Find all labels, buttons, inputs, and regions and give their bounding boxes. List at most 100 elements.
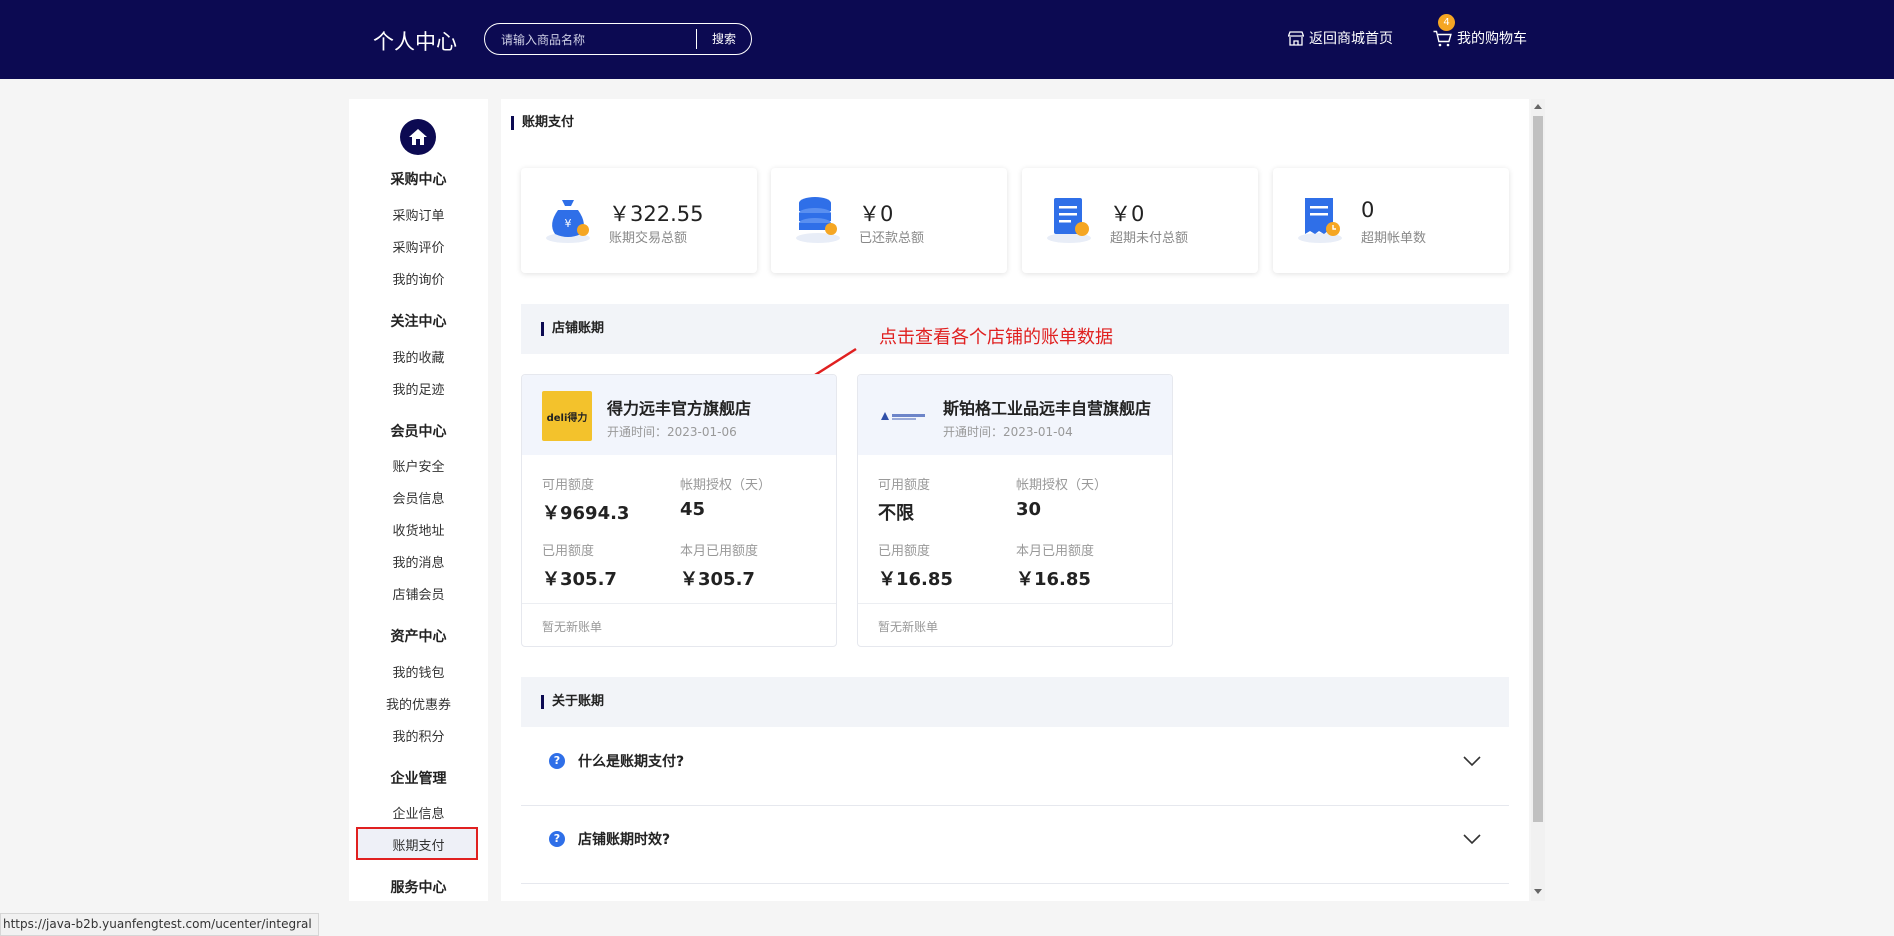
used-credit-label: 已用额度	[542, 544, 595, 559]
sidebar-item-addresses[interactable]: 收货地址	[349, 520, 488, 539]
svg-text:¥: ¥	[565, 217, 572, 230]
home-icon[interactable]	[400, 119, 436, 155]
document-coin-icon	[1047, 198, 1091, 243]
scroll-down-arrow-icon[interactable]	[1534, 889, 1542, 894]
stat-label: 账期交易总额	[609, 231, 688, 246]
available-credit-value: 不限	[878, 503, 914, 524]
stat-value: ￥0	[1110, 202, 1145, 226]
status-bar-url: https://java-b2b.yuanfengtest.com/ucente…	[0, 913, 319, 936]
store-card-header: deli得力 得力远丰官方旗舰店 开通时间：2023-01-06	[522, 375, 836, 455]
sidebar-item-my-inquiries[interactable]: 我的询价	[349, 269, 488, 288]
sidebar-item-favorites[interactable]: 我的收藏	[349, 347, 488, 366]
sidebar-group-purchase: 采购中心	[390, 172, 447, 188]
stat-value: ￥0	[859, 202, 894, 226]
chevron-down-icon[interactable]	[1463, 834, 1481, 845]
used-credit-value: ￥305.7	[542, 569, 617, 590]
stat-card-overdue-amount: ￥0 超期未付总额	[1022, 168, 1258, 273]
store-card-footer: 暂无新账单	[858, 603, 1172, 646]
sidebar-item-messages[interactable]: 我的消息	[349, 552, 488, 571]
month-used-value: ￥305.7	[680, 569, 755, 590]
scrollbar[interactable]	[1531, 99, 1545, 901]
month-used-value: ￥16.85	[1016, 569, 1091, 590]
search-button[interactable]: 搜索	[697, 24, 751, 54]
sidebar-item-store-membership[interactable]: 店铺会员	[349, 584, 488, 603]
sidebar-item-footprints[interactable]: 我的足迹	[349, 379, 488, 398]
cart-icon	[1433, 30, 1452, 46]
stat-card-repaid: ￥0 已还款总额	[771, 168, 1007, 273]
sidebar-item-member-info[interactable]: 会员信息	[349, 488, 488, 507]
annotation-text: 点击查看各个店铺的账单数据	[879, 327, 1113, 348]
stat-card-overdue-bills: 0 超期帐单数	[1273, 168, 1509, 273]
sidebar-group-service: 服务中心	[390, 880, 447, 896]
store-logo-icon	[881, 412, 925, 420]
bill-status: 暂无新账单	[878, 620, 939, 634]
stat-value: 0	[1361, 198, 1375, 222]
top-header: 个人中心 搜索 返回商城首页 我的购物车 4	[0, 0, 1894, 79]
used-credit-label: 已用额度	[878, 544, 931, 559]
stat-card-total-trade: ¥ ￥322.55 账期交易总额	[521, 168, 757, 273]
used-credit-value: ￥16.85	[878, 569, 953, 590]
sidebar-item-points[interactable]: 我的积分	[349, 726, 488, 745]
about-section-title: 关于账期	[541, 695, 604, 709]
chevron-down-icon[interactable]	[1463, 756, 1481, 767]
credit-days-value: 30	[1016, 499, 1042, 520]
month-used-label: 本月已用额度	[680, 544, 759, 559]
sidebar-item-account-security[interactable]: 账户安全	[349, 456, 488, 475]
page-title: 账期支付	[511, 116, 574, 130]
home-link[interactable]: 返回商城首页	[1288, 28, 1393, 48]
faq-item[interactable]: ? 什么是账期支付?	[521, 727, 1509, 806]
about-section-header: 关于账期	[521, 677, 1509, 727]
receipt-clock-icon	[1298, 198, 1342, 243]
stat-label: 已还款总额	[859, 231, 925, 246]
search-input[interactable]	[499, 30, 673, 50]
cart-link[interactable]: 我的购物车	[1433, 28, 1527, 48]
store-card[interactable]: deli得力 得力远丰官方旗舰店 开通时间：2023-01-06 可用额度 ￥9…	[521, 374, 837, 647]
store-card-footer: 暂无新账单	[522, 603, 836, 646]
search-box: 搜索	[484, 23, 752, 55]
faq-question: ? 什么是账期支付?	[549, 751, 684, 771]
sidebar-item-wallet[interactable]: 我的钱包	[349, 662, 488, 681]
question-icon: ?	[549, 753, 565, 769]
available-credit-label: 可用额度	[878, 478, 931, 493]
sidebar-item-enterprise-info[interactable]: 企业信息	[349, 803, 488, 822]
store-card[interactable]: 斯铂格工业品远丰自营旗舰店 开通时间：2023-01-04 可用额度 不限 帐期…	[857, 374, 1173, 647]
store-open-date: 开通时间：2023-01-04	[943, 425, 1073, 439]
store-name: 得力远丰官方旗舰店	[607, 399, 752, 418]
money-bag-icon: ¥	[546, 200, 590, 243]
sidebar: 采购中心 采购订单 采购评价 我的询价 关注中心 我的收藏 我的足迹 会员中心 …	[349, 99, 488, 901]
store-logo-text: deli得力	[546, 412, 588, 424]
store-card-header: 斯铂格工业品远丰自营旗舰店 开通时间：2023-01-04	[858, 375, 1172, 455]
faq-item[interactable]: ? 店铺账期时效?	[521, 805, 1509, 884]
stat-value: ￥322.55	[609, 202, 704, 226]
sidebar-item-credit-payment[interactable]: 账期支付	[349, 835, 488, 854]
store-logo	[878, 391, 928, 441]
sidebar-item-purchase-reviews[interactable]: 采购评价	[349, 237, 488, 256]
stat-label: 超期未付总额	[1110, 231, 1189, 246]
sidebar-item-purchase-orders[interactable]: 采购订单	[349, 205, 488, 224]
sidebar-group-assets: 资产中心	[390, 629, 447, 645]
coin-stack-icon	[796, 197, 840, 243]
faq-question-text: 店铺账期时效?	[578, 832, 671, 848]
available-credit-label: 可用额度	[542, 478, 595, 493]
faq-question-text: 什么是账期支付?	[578, 754, 685, 770]
store-icon	[1288, 30, 1304, 46]
main-content: 账期支付 ¥ ￥322.55 账期交易总额 ￥0 已还款总额 ￥0 超期未付总额…	[501, 99, 1529, 901]
stat-label: 超期帐单数	[1361, 231, 1427, 246]
sidebar-item-coupons[interactable]: 我的优惠券	[349, 694, 488, 713]
question-icon: ?	[549, 831, 565, 847]
faq-question: ? 店铺账期时效?	[549, 829, 670, 849]
site-title: 个人中心	[373, 30, 457, 54]
available-credit-value: ￥9694.3	[542, 503, 630, 524]
sidebar-group-member: 会员中心	[390, 424, 447, 440]
bill-status: 暂无新账单	[542, 620, 603, 634]
scroll-thumb[interactable]	[1533, 116, 1543, 822]
scroll-up-arrow-icon[interactable]	[1534, 104, 1542, 109]
credit-days-value: 45	[680, 499, 706, 520]
month-used-label: 本月已用额度	[1016, 544, 1095, 559]
home-link-label: 返回商城首页	[1309, 31, 1393, 47]
store-logo: deli得力	[542, 391, 592, 441]
sidebar-group-follow: 关注中心	[390, 314, 447, 330]
store-name: 斯铂格工业品远丰自营旗舰店	[943, 399, 1152, 418]
credit-days-label: 帐期授权（天）	[1016, 478, 1108, 493]
cart-link-label: 我的购物车	[1457, 31, 1527, 47]
